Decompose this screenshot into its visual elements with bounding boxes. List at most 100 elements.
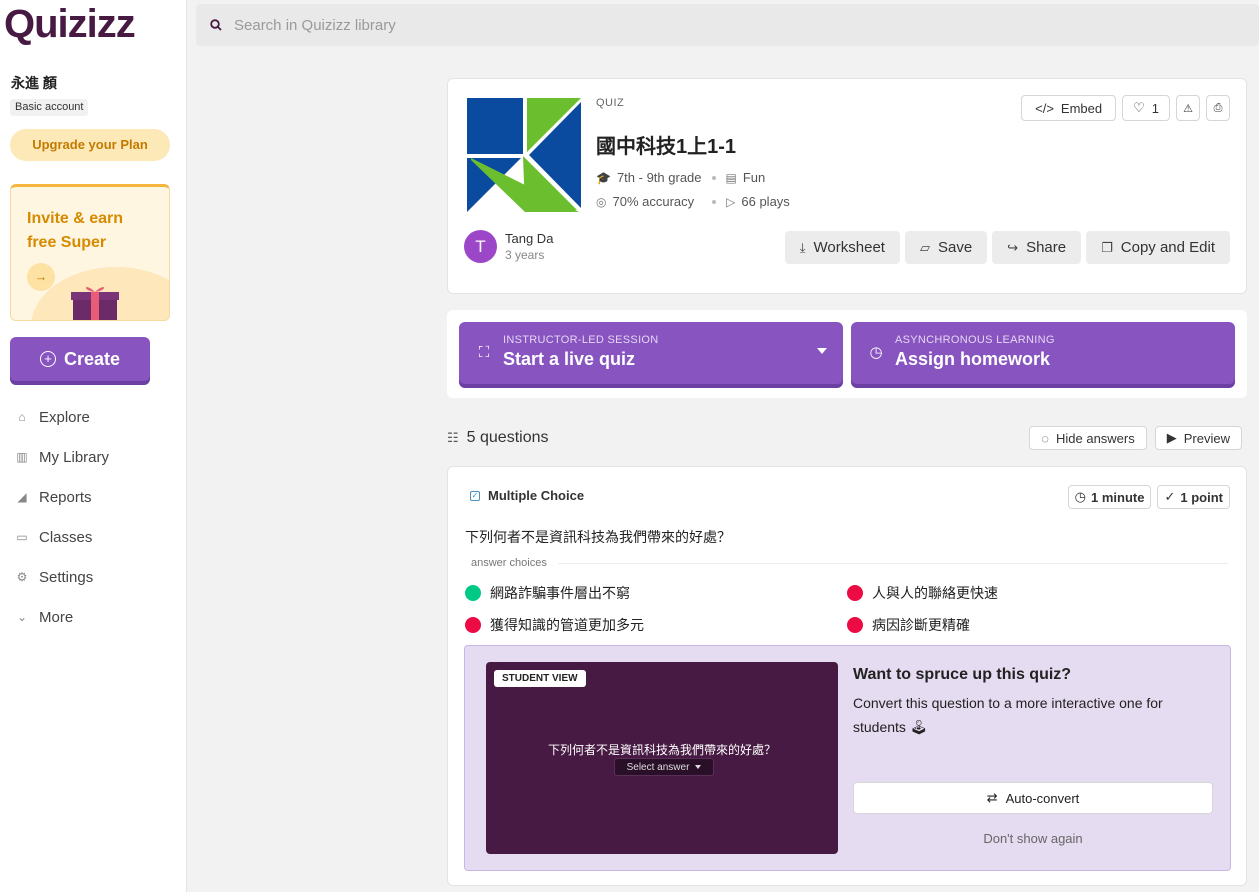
list-check-icon: ☷ (447, 430, 459, 445)
author-info[interactable]: T Tang Da 3 years (464, 230, 553, 263)
share-icon: ↪ (1007, 239, 1019, 255)
questions-tools: ◌ Hide answers ▶ Preview (1029, 426, 1242, 450)
auto-convert-button[interactable]: ⇄ Auto-convert (853, 782, 1213, 814)
play-icon: ▶ (1166, 430, 1177, 445)
divider (558, 563, 1228, 564)
quiz-meta-row-2: ◎ 70% accuracy ▷ 66 plays (596, 194, 790, 209)
answer-text: 病因診斷更精確 (872, 617, 970, 633)
sidebar-item-more[interactable]: ⌄ More (0, 597, 187, 637)
embed-button[interactable]: </> Embed (1021, 95, 1117, 121)
quiz-type-label: QUIZ (596, 97, 625, 109)
preview-button[interactable]: ▶ Preview (1154, 426, 1242, 450)
report-button[interactable]: ⚠ (1176, 95, 1200, 121)
correct-indicator-icon (465, 585, 481, 601)
copy-icon: ❐ (1101, 239, 1113, 255)
worksheet-label: Worksheet (813, 239, 885, 256)
answer-choice: 人與人的聯絡更快速 (847, 583, 998, 603)
download-icon: ⤓ (799, 239, 806, 255)
copy-edit-button[interactable]: ❐ Copy and Edit (1086, 231, 1230, 264)
answer-choice: 病因診斷更精確 (847, 615, 970, 635)
heart-icon: ♡ (1133, 100, 1145, 115)
copy-edit-label: Copy and Edit (1120, 239, 1215, 256)
print-button[interactable]: ⎙ (1206, 95, 1230, 121)
question-type: ✓ Multiple Choice (470, 488, 584, 503)
sidebar-item-label: Classes (39, 528, 93, 546)
like-count: 1 (1151, 100, 1159, 116)
grade-range: 7th - 9th grade (616, 170, 702, 185)
code-icon: </> (1035, 100, 1054, 116)
question-text: 下列何者不是資訊科技為我們帶來的好處？ (465, 529, 731, 545)
sidebar-item-settings[interactable]: ⚙ Settings (0, 557, 187, 597)
gear-icon: ⚙ (16, 570, 28, 584)
live-main-label: Start a live quiz (503, 349, 636, 369)
points-label: 1 point (1180, 489, 1223, 505)
check-circle-icon: ✓ (1164, 489, 1176, 504)
clock-icon: ◷ (1074, 489, 1087, 504)
quiz-thumbnail (467, 98, 581, 212)
quizizz-logo[interactable]: Quizizz (4, 2, 136, 47)
question-card: ✓ Multiple Choice ◷ 1 minute ✓ 1 point 下… (447, 466, 1247, 886)
sidebar-item-label: My Library (39, 448, 110, 466)
preview-label: Preview (1183, 430, 1230, 446)
share-button[interactable]: ↪ Share (992, 231, 1082, 264)
homework-main-label: Assign homework (895, 349, 1051, 369)
avatar: T (464, 230, 497, 263)
answer-choice: 獲得知識的管道更加多元 (465, 615, 644, 635)
quiz-header-card: QUIZ 國中科技1上1-1 🎓 7th - 9th grade ▤ Fun ◎… (447, 78, 1247, 294)
time-badge[interactable]: ◷ 1 minute (1067, 485, 1152, 509)
select-answer-label: Select answer (626, 761, 690, 773)
create-button[interactable]: + Create (10, 337, 150, 381)
eye-off-icon: ◌ (1041, 430, 1049, 446)
student-view-badge: STUDENT VIEW (494, 670, 586, 687)
sidebar-item-label: Explore (39, 408, 90, 426)
search-bar[interactable] (196, 4, 1259, 46)
search-input[interactable] (234, 16, 834, 34)
caret-down-icon (695, 765, 702, 769)
hide-answers-button[interactable]: ◌ Hide answers (1029, 426, 1147, 450)
folder-icon: ▱ (919, 239, 930, 255)
quiz-top-actions: </> Embed ♡ 1 ⚠ ⎙ (1021, 95, 1230, 121)
play-outline-icon: ▷ (726, 194, 736, 209)
questions-count-label: 5 questions (466, 429, 549, 446)
arrow-right-icon[interactable]: → (27, 263, 55, 291)
question-type-label: Multiple Choice (488, 488, 585, 503)
sidebar-item-explore[interactable]: ⌂ Explore (0, 397, 187, 437)
sidebar-item-label: More (39, 608, 74, 626)
clock-icon: ◷ (869, 344, 883, 361)
assign-homework-button[interactable]: ◷ ASYNCHRONOUS LEARNING Assign homework (851, 322, 1235, 384)
save-button[interactable]: ▱ Save (904, 231, 988, 264)
spruce-description: Convert this question to a more interact… (853, 695, 1163, 735)
time-label: 1 minute (1091, 489, 1145, 505)
select-answer-dropdown[interactable]: Select answer (614, 758, 714, 776)
chevron-down-icon: ⌄ (16, 610, 28, 624)
convert-icon: ⇄ (986, 790, 998, 805)
meta-separator (711, 175, 716, 180)
print-icon: ⎙ (1213, 101, 1223, 114)
sidebar-item-classes[interactable]: ▭ Classes (0, 517, 187, 557)
chevron-down-icon[interactable] (817, 348, 827, 354)
plus-circle-icon: + (39, 351, 56, 367)
invite-earn-card[interactable]: Invite & earn free Super → (10, 184, 170, 321)
reports-icon: ◢ (17, 490, 27, 504)
account-badge: Basic account (10, 99, 89, 116)
sidebar-nav: ⌂ Explore ▥ My Library ◢ Reports ▭ Class… (0, 397, 187, 637)
auto-convert-label: Auto-convert (1005, 790, 1080, 806)
like-button[interactable]: ♡ 1 (1122, 95, 1170, 121)
answer-choices-label: answer choices (471, 557, 547, 569)
upgrade-plan-button[interactable]: Upgrade your Plan (10, 129, 170, 161)
quiz-title: 國中科技1上1-1 (596, 136, 737, 158)
answer-text: 人與人的聯絡更快速 (872, 585, 998, 601)
book-icon: ▤ (725, 170, 737, 185)
student-view-preview: STUDENT VIEW 下列何者不是資訊科技為我們帶來的好處？ Select … (486, 662, 838, 854)
questions-count: ☷ 5 questions (447, 429, 549, 447)
dont-show-again-link[interactable]: Don't show again (853, 831, 1213, 846)
sidebar-item-label: Settings (39, 568, 94, 586)
sidebar-item-reports[interactable]: ◢ Reports (0, 477, 187, 517)
quiz-plays: 66 plays (741, 194, 790, 209)
hide-answers-label: Hide answers (1055, 430, 1135, 446)
author-name: Tang Da (505, 231, 554, 246)
sidebar-item-my-library[interactable]: ▥ My Library (0, 437, 187, 477)
worksheet-button[interactable]: ⤓ Worksheet (784, 231, 900, 264)
start-live-quiz-button[interactable]: ⛶ INSTRUCTOR-LED SESSION Start a live qu… (459, 322, 843, 384)
points-badge[interactable]: ✓ 1 point (1157, 485, 1230, 509)
